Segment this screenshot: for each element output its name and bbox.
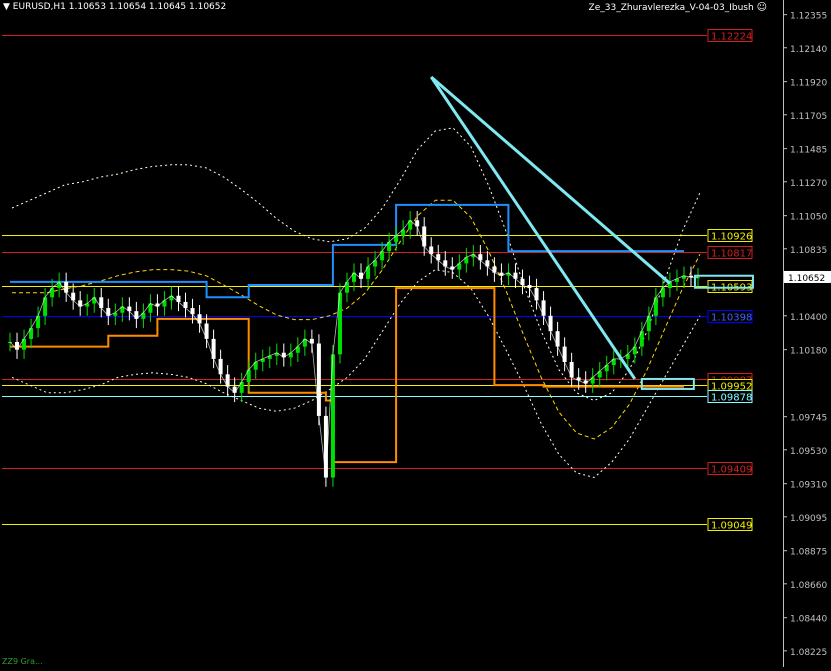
axis-tick-label: 1.08660 [790, 581, 827, 591]
chart-canvas[interactable]: 1.122241.109261.108171.105931.103981.099… [0, 0, 831, 667]
axis-tick-label: 1.11705 [790, 112, 827, 122]
price-axis[interactable]: 1.12355 1.12140 1.11920 1.11705 1.11485 1.112… [783, 0, 831, 667]
axis-tick-label: 1.09530 [790, 447, 827, 457]
axis-tick-label: 1.09095 [790, 514, 827, 524]
indicator-name-header: Ze_33_Zhuravlerezka_V-04-03_Ibush ☺ [589, 2, 767, 13]
symbol-info-text: EURUSD,H1 1.10653 1.10654 1.10645 1.1065… [12, 2, 227, 12]
zigzag-layer [10, 203, 684, 464]
indicator-name-text: Ze_33_Zhuravlerezka_V-04-03_Ibush [588, 3, 754, 13]
axis-tick-label: 1.09310 [790, 481, 827, 491]
axis-tick-label: 1.08440 [790, 615, 827, 625]
axis-tick-label: 1.10835 [790, 246, 827, 256]
axis-tick-label: 1.08225 [790, 648, 827, 658]
indicator-footer: ZZ9 Gra... [2, 657, 43, 666]
level-label: 1.12224 [711, 32, 752, 43]
symbol-info-header: ▼ EURUSD,H1 1.10653 1.10654 1.10645 1.10… [3, 2, 226, 12]
axis-tick-label: 1.11270 [790, 179, 827, 189]
axis-tick-label: 1.10400 [790, 313, 827, 323]
smiley-icon[interactable]: ☺ [757, 2, 767, 13]
axis-tick-label: 1.12355 [790, 12, 827, 22]
current-price-label: 1.10652 [788, 274, 825, 284]
axis-tick-label: 1.11920 [790, 79, 827, 89]
level-label: 1.10398 [711, 313, 752, 324]
axis-tick-label: 1.08875 [790, 548, 827, 558]
levels-layer: 1.122241.109261.108171.105931.103981.099… [2, 29, 753, 532]
axis-tick-label: 1.12140 [790, 45, 827, 55]
collapse-triangle-icon[interactable]: ▼ [3, 2, 10, 12]
level-label: 1.09049 [711, 521, 752, 532]
level-label: 1.09409 [711, 465, 752, 476]
axis-tick-label: 1.11050 [790, 213, 827, 223]
upper-band [11, 127, 701, 402]
axis-tick-label: 1.11485 [790, 146, 827, 156]
axis-tick-label: 1.09745 [790, 414, 827, 424]
price-chart[interactable]: 1.12224 1.10926 1.10817 1.10593 1.10398 1.099… [0, 0, 831, 667]
level-label: 1.10926 [711, 232, 752, 243]
arrows-layer [429, 75, 754, 390]
level-label: 1.10817 [711, 249, 752, 260]
bands-layer [11, 127, 701, 479]
level-label: 1.09878 [711, 393, 752, 404]
axis-tick-label: 1.10180 [790, 347, 827, 357]
